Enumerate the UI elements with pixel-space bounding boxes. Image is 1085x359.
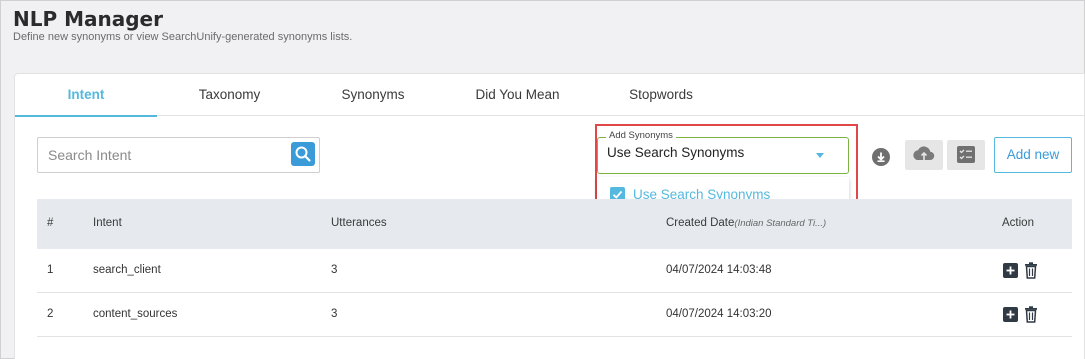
checklist-button[interactable]	[947, 140, 985, 170]
col-created-sub: (Indian Standard Ti...)	[734, 218, 827, 229]
upload-cloud-icon	[913, 146, 935, 162]
col-created-label: Created Date	[666, 217, 735, 229]
tab-bar: Intent Taxonomy Synonyms Did You Mean St…	[15, 74, 1084, 117]
tab-intent-label: Intent	[67, 87, 105, 102]
add-utterance-icon[interactable]	[1003, 307, 1018, 322]
add-synonyms-value: Use Search Synonyms	[607, 145, 745, 160]
row-intent: search_client	[93, 264, 161, 276]
tab-did-you-mean-label: Did You Mean	[475, 87, 560, 102]
search-input[interactable]	[38, 138, 288, 172]
upload-button[interactable]	[905, 140, 943, 170]
add-new-button[interactable]: Add new	[994, 137, 1072, 173]
tab-synonyms[interactable]: Synonyms	[302, 74, 444, 116]
row-created: 04/07/2024 14:03:48	[666, 264, 772, 276]
checklist-icon	[957, 146, 975, 163]
page-subtitle: Define new synonyms or view SearchUnify-…	[13, 31, 353, 43]
col-utterances: Utterances	[331, 217, 387, 229]
tab-taxonomy[interactable]: Taxonomy	[157, 74, 302, 116]
col-index: #	[47, 217, 54, 229]
table-header: # Intent Utterances Created Date(Indian …	[37, 199, 1072, 249]
table-row: 2 content_sources 3 04/07/2024 14:03:20	[37, 293, 1072, 337]
download-icon[interactable]	[872, 148, 890, 166]
row-utterances: 3	[331, 308, 338, 320]
table-row: 1 search_client 3 04/07/2024 14:03:48	[37, 249, 1072, 293]
row-created: 04/07/2024 14:03:20	[666, 308, 772, 320]
chevron-down-icon	[816, 153, 824, 158]
tab-taxonomy-label: Taxonomy	[198, 87, 261, 102]
tab-stopwords[interactable]: Stopwords	[591, 74, 731, 116]
row-utterances: 3	[331, 264, 338, 276]
col-intent: Intent	[93, 217, 122, 229]
search-intent-box	[37, 137, 320, 173]
add-utterance-icon[interactable]	[1003, 263, 1018, 278]
nlp-card: Intent Taxonomy Synonyms Did You Mean St…	[14, 73, 1085, 359]
col-created-date: Created Date(Indian Standard Ti...)	[666, 217, 826, 229]
add-synonyms-legend: Add Synonyms	[606, 130, 676, 141]
trash-icon[interactable]	[1024, 306, 1038, 323]
search-button[interactable]	[291, 142, 315, 166]
row-index: 2	[47, 308, 54, 320]
add-synonyms-select[interactable]: Add Synonyms Use Search Synonyms	[597, 130, 849, 174]
tab-stopwords-label: Stopwords	[629, 87, 693, 102]
page-title: NLP Manager	[13, 7, 163, 31]
tab-intent[interactable]: Intent	[15, 74, 157, 117]
row-intent: content_sources	[93, 308, 178, 320]
trash-icon[interactable]	[1024, 262, 1038, 279]
col-action: Action	[1002, 217, 1034, 229]
tab-synonyms-label: Synonyms	[341, 87, 405, 102]
row-index: 1	[47, 264, 54, 276]
tab-did-you-mean[interactable]: Did You Mean	[444, 74, 591, 116]
search-icon	[295, 146, 311, 162]
